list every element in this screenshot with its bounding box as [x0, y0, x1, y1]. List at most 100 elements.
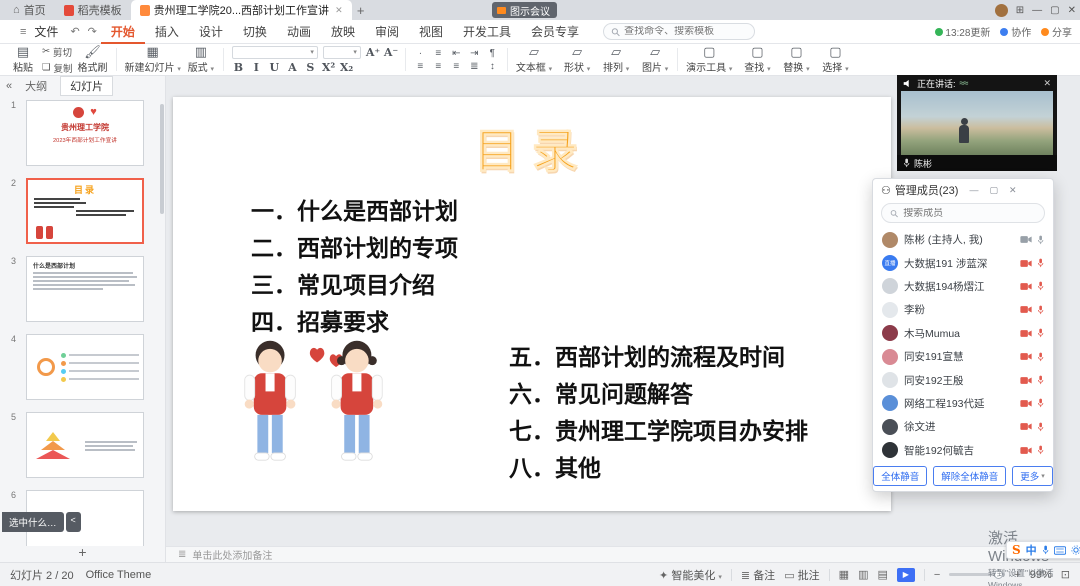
redo-icon[interactable]: ↷	[84, 25, 101, 38]
collab-button[interactable]: 协作	[1000, 24, 1031, 39]
toc-list-left[interactable]: 一．什么是西部计划二．西部计划的专项三．常见项目介绍四．招募要求	[251, 193, 458, 341]
layout-switch-icon[interactable]: ⊞	[1016, 5, 1024, 16]
paste-button[interactable]: ▤ 粘贴	[6, 45, 40, 74]
tab-docer-templates[interactable]: 稻壳模板	[55, 0, 131, 20]
member-row[interactable]: 智能192何毓吉	[873, 439, 1053, 462]
slide-thumbnail-2-selected[interactable]: 目录	[26, 178, 144, 244]
member-av-state[interactable]	[1020, 281, 1044, 291]
ribbon-tab-view[interactable]: 视图	[409, 20, 453, 44]
insert-dropdown-button[interactable]: ▱ 图片 ▾	[638, 46, 672, 74]
notes-toggle[interactable]: ≣ 备注	[741, 567, 775, 583]
ribbon-tab-devtools[interactable]: 开发工具	[453, 20, 521, 44]
outline-tab[interactable]: 大纲	[16, 77, 56, 95]
floating-assistant-pill[interactable]: 选中什么… <	[2, 512, 81, 532]
tool-button[interactable]: ▢ 选择 ▾	[818, 46, 852, 74]
increase-font-button[interactable]: A⁺	[366, 46, 379, 59]
ribbon-tab-slideshow[interactable]: 放映	[321, 20, 365, 44]
member-av-state[interactable]	[1020, 328, 1044, 338]
play-slideshow-button[interactable]: ▶	[897, 568, 915, 582]
ime-settings-icon[interactable]	[1071, 545, 1080, 555]
member-search-box[interactable]	[881, 203, 1045, 223]
normal-view-icon[interactable]: ▦	[839, 568, 849, 581]
slide-thumbnail-3[interactable]: 什么是西部计划	[26, 256, 144, 322]
ime-keyboard-icon[interactable]	[1054, 546, 1066, 555]
member-av-state[interactable]	[1020, 258, 1044, 268]
comments-toggle[interactable]: ▭ 批注	[784, 567, 819, 583]
tool-button[interactable]: ▢ 演示工具 ▾	[683, 46, 735, 74]
slide-layout-button[interactable]: ▥ 版式 ▾	[184, 45, 218, 74]
more-button[interactable]: 更多 ▾	[1012, 466, 1053, 486]
command-search-input[interactable]	[624, 26, 747, 37]
member-row[interactable]: 网络工程193代延	[873, 392, 1053, 415]
theme-name[interactable]: Office Theme	[86, 569, 152, 581]
insert-dropdown-button[interactable]: ▱ 形状 ▾	[560, 46, 594, 74]
font-style-button[interactable]: B	[232, 61, 245, 74]
member-row[interactable]: 李粉	[873, 298, 1053, 321]
add-slide-button[interactable]: +	[0, 544, 165, 560]
member-av-state[interactable]	[1020, 422, 1044, 432]
cut-button[interactable]: ✂剪切	[42, 45, 73, 59]
insert-dropdown-button[interactable]: ▱ 文本框 ▾	[513, 46, 555, 74]
toc-item[interactable]: 五．西部计划的流程及时间	[509, 339, 808, 376]
new-tab-button[interactable]: +	[352, 3, 370, 18]
meeting-button[interactable]: 图示会议	[492, 2, 557, 18]
file-menu-button[interactable]: ≡ 文件	[8, 23, 66, 40]
slide-sorter-view-icon[interactable]: ▥	[858, 568, 868, 581]
mute-all-button[interactable]: 全体静音	[873, 466, 927, 486]
reading-view-icon[interactable]: ▤	[877, 568, 887, 581]
minimize-button[interactable]: —	[1032, 5, 1042, 16]
user-avatar[interactable]	[995, 4, 1008, 17]
member-search-input[interactable]	[903, 208, 1036, 219]
slide-title[interactable]: 目录	[173, 115, 891, 181]
ribbon-tab-review[interactable]: 审阅	[365, 20, 409, 44]
zoom-out-button[interactable]: −	[934, 569, 940, 581]
notes-bar[interactable]: ≣ 单击此处添加备注	[166, 546, 1080, 562]
member-av-state[interactable]	[1020, 445, 1044, 455]
ime-mic-icon[interactable]	[1042, 545, 1049, 555]
toc-item[interactable]: 七．贵州理工学院项目办安排	[509, 413, 808, 450]
collapse-left-icon[interactable]: <	[66, 512, 81, 532]
member-row[interactable]: 同安192王殷	[873, 368, 1053, 391]
member-row[interactable]: 徐文进	[873, 415, 1053, 438]
indent-decrease-icon[interactable]: ⇤	[450, 48, 463, 59]
sync-status[interactable]: 13:28更新	[935, 24, 991, 39]
slides-tab[interactable]: 幻灯片	[60, 76, 113, 96]
undo-icon[interactable]: ↶	[66, 25, 83, 38]
smart-beautify-button[interactable]: ✦ 智能美化 ▾	[659, 567, 722, 583]
font-name-select[interactable]: ▾	[232, 46, 318, 59]
font-style-button[interactable]: I	[250, 61, 263, 74]
pin-panel-icon[interactable]: —	[969, 185, 978, 195]
toc-item[interactable]: 二．西部计划的专项	[251, 230, 458, 267]
font-style-button[interactable]: X₂	[340, 61, 353, 74]
copy-button[interactable]: ❏复制	[42, 61, 73, 75]
ribbon-tab-transition[interactable]: 切换	[233, 20, 277, 44]
ribbon-tab-insert[interactable]: 插入	[145, 20, 189, 44]
toc-list-right[interactable]: 五．西部计划的流程及时间六．常见问题解答七．贵州理工学院项目办安排八．其他	[509, 339, 808, 487]
tab-document[interactable]: 贵州理工学院20...西部计划工作宣讲 ✕	[131, 0, 352, 20]
close-panel-icon[interactable]: ✕	[1009, 185, 1017, 196]
member-av-state[interactable]	[1020, 375, 1044, 385]
font-style-button[interactable]: A	[286, 61, 299, 74]
ime-language-toggle[interactable]: 中	[1026, 542, 1037, 558]
font-size-select[interactable]: ▾	[323, 46, 361, 59]
command-search-box[interactable]	[603, 23, 755, 40]
maximize-panel-icon[interactable]: ▢	[989, 185, 998, 196]
indent-increase-icon[interactable]: ⇥	[468, 48, 481, 59]
member-row[interactable]: 木马Mumua	[873, 322, 1053, 345]
numbering-icon[interactable]: ≡	[432, 48, 445, 59]
ribbon-tab-animation[interactable]: 动画	[277, 20, 321, 44]
tab-home[interactable]: ⌂ 首页	[4, 0, 55, 20]
thumbnail-scrollbar[interactable]	[160, 104, 164, 214]
font-style-button[interactable]: S	[304, 61, 317, 74]
tool-button[interactable]: ▢ 查找 ▾	[740, 46, 774, 74]
share-button[interactable]: 分享	[1041, 24, 1072, 39]
member-row[interactable]: 大数据194杨熠江	[873, 275, 1053, 298]
bullets-icon[interactable]: ∙	[414, 48, 427, 59]
member-row[interactable]: 陈彬 (主持人, 我)	[873, 228, 1053, 251]
font-style-button[interactable]: U	[268, 61, 281, 74]
member-row[interactable]: 直播 大数据191 涉蓝深	[873, 251, 1053, 274]
text-direction-icon[interactable]: ¶	[486, 48, 499, 59]
ime-logo[interactable]: S	[1012, 543, 1021, 557]
member-av-state[interactable]	[1020, 352, 1044, 362]
font-style-button[interactable]: X²	[322, 61, 335, 74]
